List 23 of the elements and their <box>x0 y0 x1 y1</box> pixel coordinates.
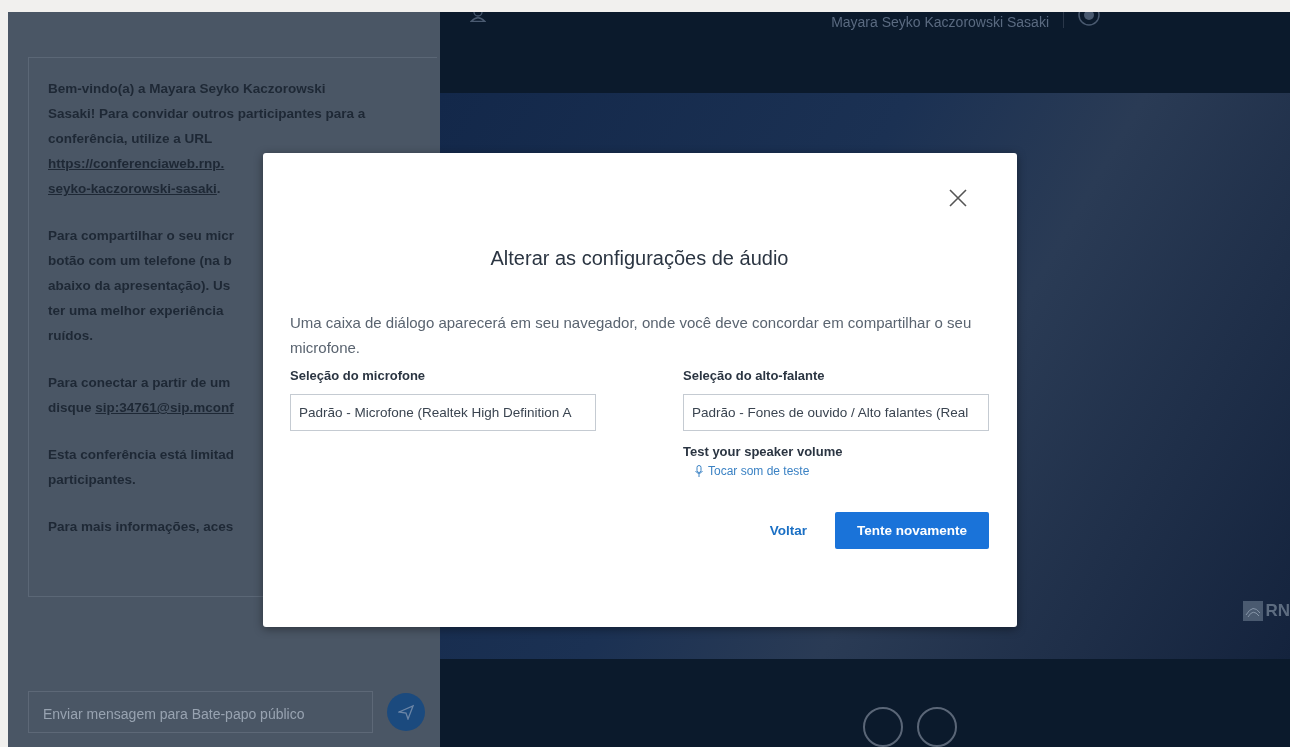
send-icon <box>398 704 414 720</box>
back-button[interactable]: Voltar <box>769 512 807 549</box>
user-name: Mayara Seyko Kaczorowski Sasaki <box>831 14 1049 30</box>
speaker-select[interactable]: Padrão - Fones de ouvido / Alto falantes (Real <box>683 394 989 431</box>
test-volume-label: Test your speaker volume <box>683 444 844 459</box>
close-icon <box>949 189 967 207</box>
dialog-title: Alterar as configurações de áudio <box>489 247 790 270</box>
dialog-description: Uma caixa de diálogo aparecerá em seu navegador, onde você deve concordar em compartilhar o seu microfone. <box>290 313 973 358</box>
field-label: Seleção do alto-falante <box>683 368 826 383</box>
chat-input-field[interactable]: Enviar mensagem para Bate-papo público <box>28 691 373 733</box>
logo-icon <box>1243 601 1264 621</box>
logo-text: RN <box>1265 601 1290 621</box>
retry-button[interactable]: Tente novamente <box>834 512 989 549</box>
microphone-select[interactable]: Padrão - Microfone (Realtek High Definition A <box>290 394 596 431</box>
audio-button[interactable] <box>863 707 903 747</box>
message-text: . <box>216 181 221 196</box>
play-test-sound-link[interactable]: Tocar som de teste <box>695 464 989 478</box>
microphone-icon <box>695 465 703 477</box>
send-button[interactable] <box>387 693 425 731</box>
user-icon[interactable] <box>470 12 486 22</box>
field-label: Seleção do microfone <box>290 368 427 383</box>
record-icon[interactable] <box>1078 12 1100 26</box>
video-button[interactable] <box>917 707 957 747</box>
